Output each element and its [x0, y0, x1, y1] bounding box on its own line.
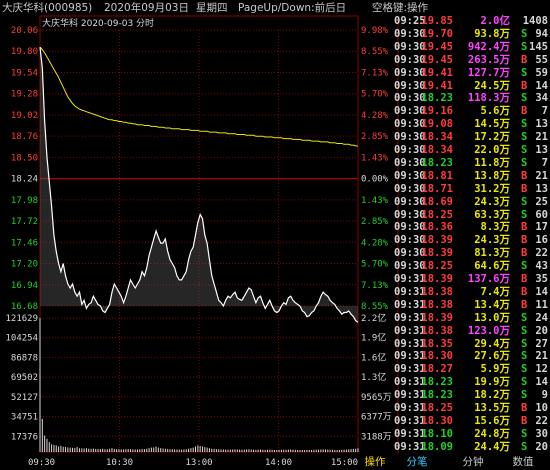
tick-row[interactable]: 09:31 18.09 24.4万 S 20	[390, 440, 550, 455]
pct-tick-label: 8.55%	[361, 47, 389, 57]
volume-tick-label: 52127	[11, 393, 38, 403]
price-tick-label: 19.54	[11, 68, 38, 78]
price-tick-label: 20.06	[11, 26, 38, 36]
pct-tick-label: 0.00%	[361, 175, 389, 185]
tick-volume: 24.4万	[474, 440, 510, 453]
price-tick-label: 17.20	[11, 260, 38, 270]
price-tick-label: 17.46	[11, 238, 38, 248]
volume-tick-label: 17376	[11, 432, 38, 442]
volume-tick-label: 34751	[11, 413, 38, 423]
volume-amount-label: 1.6亿	[361, 351, 386, 363]
chart-legend: 大庆华科 2020-09-03 分时	[42, 17, 154, 29]
pct-tick-label: 8.55%	[361, 302, 389, 312]
volume-tick-label: 121629	[5, 314, 38, 324]
tab-operate[interactable]: 操作	[360, 454, 390, 470]
tick-price: 18.09	[421, 440, 453, 453]
price-tick-label: 19.80	[11, 47, 38, 57]
pct-tick-label: 1.43%	[361, 153, 389, 163]
price-tick-label: 18.24	[11, 175, 38, 185]
volume-tick-label: 104254	[5, 334, 38, 344]
volume-tick-label: 69502	[11, 373, 38, 383]
pct-tick-label: 9.98%	[361, 26, 389, 36]
price-tick-label: 19.28	[11, 90, 38, 100]
tab-fenzhong[interactable]: 分钟	[458, 454, 488, 470]
tab-fenbi[interactable]: 分笔	[402, 454, 432, 470]
price-tick-label: 16.68	[11, 302, 38, 312]
price-tick-label: 16.94	[11, 281, 38, 291]
pct-tick-label: 2.85%	[361, 217, 389, 227]
pct-tick-label: 4.28%	[361, 111, 389, 121]
pct-tick-label: 4.28%	[361, 238, 389, 248]
volume-amount-label: 9565万	[361, 393, 392, 403]
pct-tick-label: 5.70%	[361, 90, 389, 100]
tick-side: S	[521, 440, 528, 453]
volume-amount-label: 1.9亿	[361, 332, 386, 344]
pct-tick-label: 7.13%	[361, 68, 389, 78]
price-tick-label: 18.76	[11, 132, 38, 142]
volume-tick-label: 86878	[11, 353, 38, 363]
pct-tick-label: 7.13%	[361, 281, 389, 291]
tab-shuju[interactable]: 数值	[508, 454, 538, 470]
pct-tick-label: 2.85%	[361, 132, 389, 142]
volume-amount-label: 3188万	[361, 432, 392, 442]
pct-tick-label: 1.43%	[361, 196, 389, 206]
pct-tick-label: 5.70%	[361, 260, 389, 270]
volume-amount-label: 2.2亿	[361, 312, 386, 324]
bottom-tabs: 操作 分笔 分钟 数值	[0, 454, 550, 470]
price-tick-label: 19.02	[11, 111, 38, 121]
price-tick-label: 18.50	[11, 153, 38, 163]
price-area	[40, 47, 358, 323]
price-tick-label: 17.72	[11, 217, 38, 227]
tick-count: 20	[535, 440, 548, 453]
price-tick-label: 17.98	[11, 196, 38, 206]
volume-amount-label: 6377万	[361, 413, 392, 423]
volume-amount-label: 1.3亿	[361, 371, 386, 383]
